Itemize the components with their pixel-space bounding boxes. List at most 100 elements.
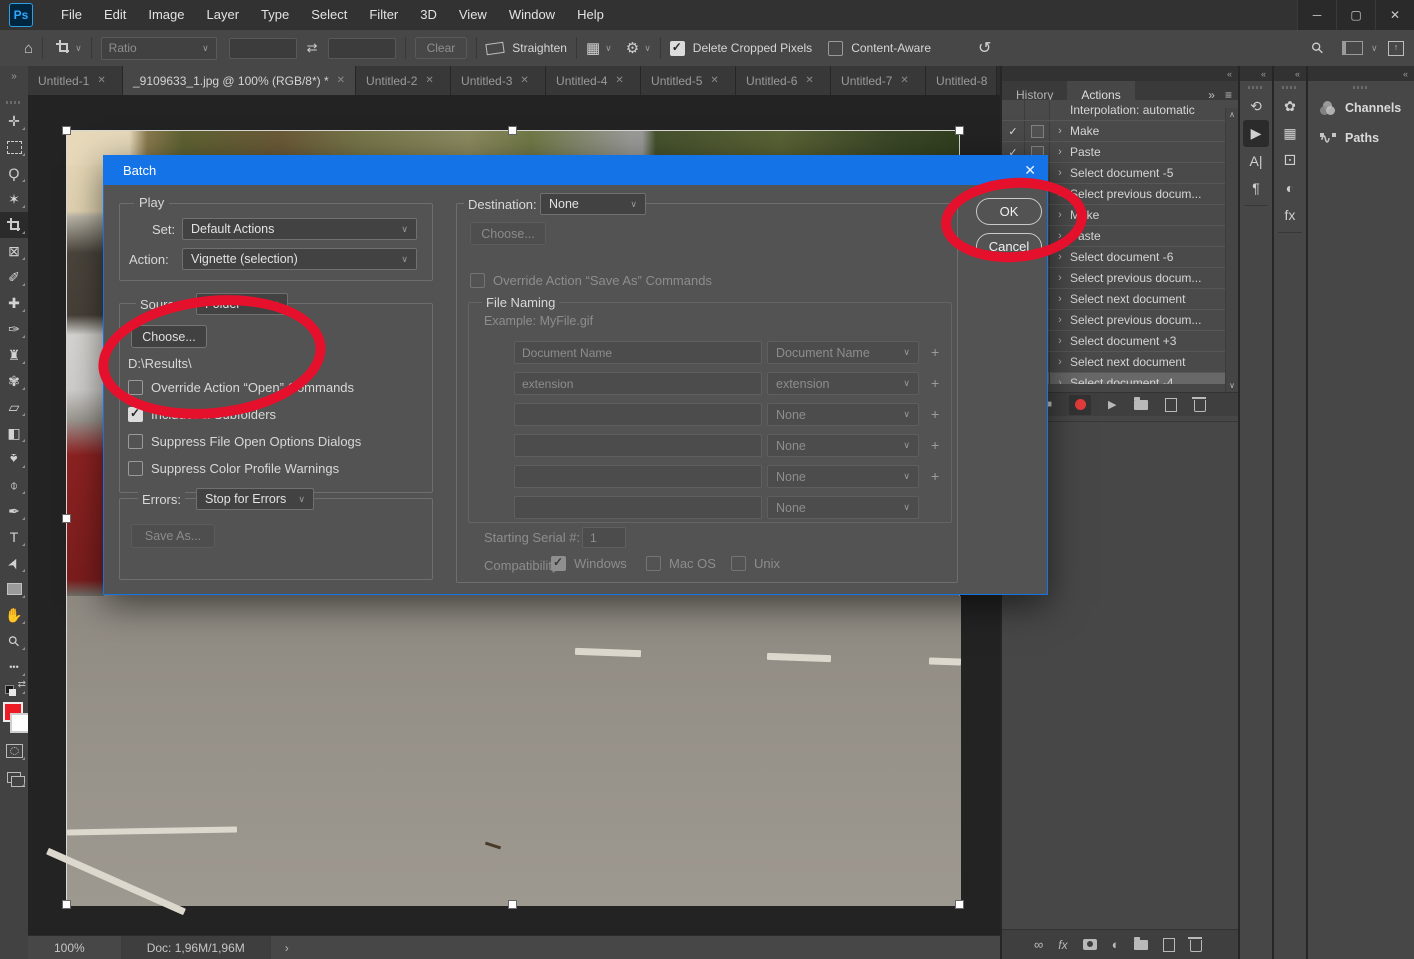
crop-handle[interactable] [508, 126, 517, 135]
add-field-icon[interactable]: + [931, 375, 939, 391]
actions-panel-icon[interactable]: ▶ [1243, 120, 1269, 147]
crop-handle[interactable] [62, 900, 71, 909]
expand-arrow-icon[interactable]: › [1050, 310, 1070, 330]
tab-close-icon[interactable]: ✕ [710, 75, 718, 86]
paint-bucket-tool[interactable]: ◧ [0, 420, 28, 446]
expand-arrow-icon[interactable]: › [1050, 373, 1070, 384]
source-option-checkbox[interactable] [128, 434, 143, 449]
action-dialog-toggle[interactable] [1025, 100, 1050, 120]
tab-close-icon[interactable]: ✕ [615, 75, 623, 86]
file-naming-dropdown[interactable]: None∨ [767, 403, 919, 426]
delete-cropped-pixels-option[interactable]: Delete Cropped Pixels [670, 41, 812, 56]
tab-close-icon[interactable]: ✕ [805, 75, 813, 86]
expand-arrow-icon[interactable]: › [1050, 142, 1070, 162]
file-naming-input[interactable]: Document Name [514, 341, 762, 364]
source-option[interactable]: Override Action “Open” Commands [128, 380, 354, 395]
workspace-icon[interactable] [1342, 41, 1363, 55]
file-naming-dropdown[interactable]: None∨ [767, 496, 919, 519]
action-enabled-check[interactable] [1002, 100, 1025, 120]
paragraph-panel-icon[interactable]: ¶ [1240, 174, 1272, 201]
menu-file[interactable]: File [50, 0, 93, 30]
cancel-button[interactable]: Cancel [976, 233, 1042, 260]
clone-stamp-tool[interactable]: ♜ [0, 342, 28, 368]
source-option-checkbox[interactable] [128, 407, 143, 422]
frame-tool[interactable]: ⊠ [0, 238, 28, 264]
status-chevron-icon[interactable]: › [285, 941, 289, 955]
history-panel-icon[interactable]: ⟲ [1240, 93, 1272, 120]
expand-arrow-icon[interactable]: › [1050, 226, 1070, 246]
save-as-button[interactable]: Save As... [131, 524, 215, 548]
zoom-level[interactable]: 100% [54, 941, 85, 955]
character-panel-icon[interactable]: A| [1240, 147, 1272, 174]
source-option[interactable]: Include All Subfolders [128, 407, 276, 422]
crop-preset-chevron-icon[interactable]: ∨ [75, 43, 82, 54]
tab-close-icon[interactable]: ✕ [520, 75, 528, 86]
action-dropdown[interactable]: Vignette (selection)∨ [182, 248, 417, 270]
expand-arrow-icon[interactable]: › [1050, 331, 1070, 351]
swatches-panel-icon[interactable]: ▦ [1274, 120, 1306, 147]
clear-button[interactable]: Clear [415, 37, 468, 59]
file-naming-input[interactable]: extension [514, 372, 762, 395]
dock-collapse-strip[interactable]: « [1308, 66, 1414, 81]
add-field-icon[interactable]: + [931, 344, 939, 360]
lasso-tool[interactable]: Ϙ [0, 160, 28, 186]
swap-dimensions-icon[interactable]: ⇄ [307, 40, 318, 56]
search-icon[interactable]: ⚲ [1307, 38, 1328, 59]
delete-cropped-pixels-checkbox[interactable] [670, 41, 685, 56]
actions-list-item[interactable]: Interpolation: automatic [1002, 100, 1238, 121]
document-tab[interactable]: Untitled-7✕ [831, 66, 926, 95]
workspace-chevron-icon[interactable]: ∨ [1371, 43, 1378, 54]
expand-arrow-icon[interactable]: › [1050, 289, 1070, 309]
dock-collapse-strip[interactable]: « [1002, 66, 1238, 81]
expand-arrow-icon[interactable]: › [1050, 163, 1070, 183]
menu-window[interactable]: Window [498, 0, 566, 30]
source-dropdown[interactable]: Folder∨ [196, 293, 288, 315]
document-tab[interactable]: Untitled-8✕ [926, 66, 997, 95]
new-set-folder-icon[interactable] [1134, 400, 1148, 410]
eraser-tool[interactable]: ▱ [0, 394, 28, 420]
styles-panel-icon[interactable]: fx [1274, 201, 1306, 228]
eyedropper-tool[interactable]: ✐ [0, 264, 28, 290]
expand-arrow-icon[interactable] [1050, 100, 1070, 120]
background-color-swatch[interactable] [10, 713, 30, 733]
reset-icon[interactable]: ↺ [978, 38, 991, 58]
destination-dropdown[interactable]: None∨ [540, 193, 646, 215]
file-naming-input[interactable] [514, 403, 762, 426]
file-naming-dropdown[interactable]: extension∨ [767, 372, 919, 395]
layer-mask-icon[interactable] [1083, 939, 1097, 950]
file-naming-dropdown[interactable]: None∨ [767, 465, 919, 488]
content-aware-checkbox[interactable] [828, 41, 843, 56]
action-enabled-check[interactable]: ✓ [1002, 121, 1025, 141]
path-selection-tool[interactable]: ➤ [0, 550, 28, 576]
menu-help[interactable]: Help [566, 0, 615, 30]
straighten-label[interactable]: Straighten [512, 41, 567, 55]
paths-panel-item[interactable]: ∿ Paths [1308, 123, 1414, 153]
file-naming-dropdown[interactable]: Document Name∨ [767, 341, 919, 364]
add-field-icon[interactable]: + [931, 468, 939, 484]
rectangle-tool[interactable] [0, 576, 28, 602]
dock-collapse-strip[interactable]: « [1274, 66, 1306, 81]
override-save-as-option[interactable]: Override Action “Save As” Commands [470, 273, 712, 288]
menu-image[interactable]: Image [137, 0, 195, 30]
expand-arrow-icon[interactable]: › [1050, 268, 1070, 288]
ellipsis-tool[interactable]: ••• [0, 654, 28, 680]
destination-choose-button[interactable]: Choose... [470, 222, 546, 245]
tab-close-icon[interactable]: ✕ [97, 75, 105, 86]
compatibility-option[interactable]: Windows [551, 556, 627, 571]
expand-arrow-icon[interactable]: › [1050, 121, 1070, 141]
expand-arrow-icon[interactable]: › [1050, 247, 1070, 267]
dock-collapse-strip[interactable]: « [1240, 66, 1272, 81]
blur-tool[interactable]: ♠ [0, 446, 28, 472]
delete-action-icon[interactable] [1194, 400, 1206, 412]
marquee-tool[interactable] [0, 134, 28, 160]
crop-height-input[interactable] [328, 38, 396, 59]
menu-layer[interactable]: Layer [196, 0, 251, 30]
crop-handle[interactable] [955, 126, 964, 135]
compatibility-option[interactable]: Unix [731, 556, 780, 571]
menu-type[interactable]: Type [250, 0, 300, 30]
crop-tool-icon[interactable] [56, 40, 70, 57]
tab-close-icon[interactable]: ✕ [337, 75, 345, 86]
content-aware-option[interactable]: Content-Aware [828, 41, 931, 56]
add-field-icon[interactable]: + [931, 406, 939, 422]
compatibility-option[interactable]: Mac OS [646, 556, 716, 571]
